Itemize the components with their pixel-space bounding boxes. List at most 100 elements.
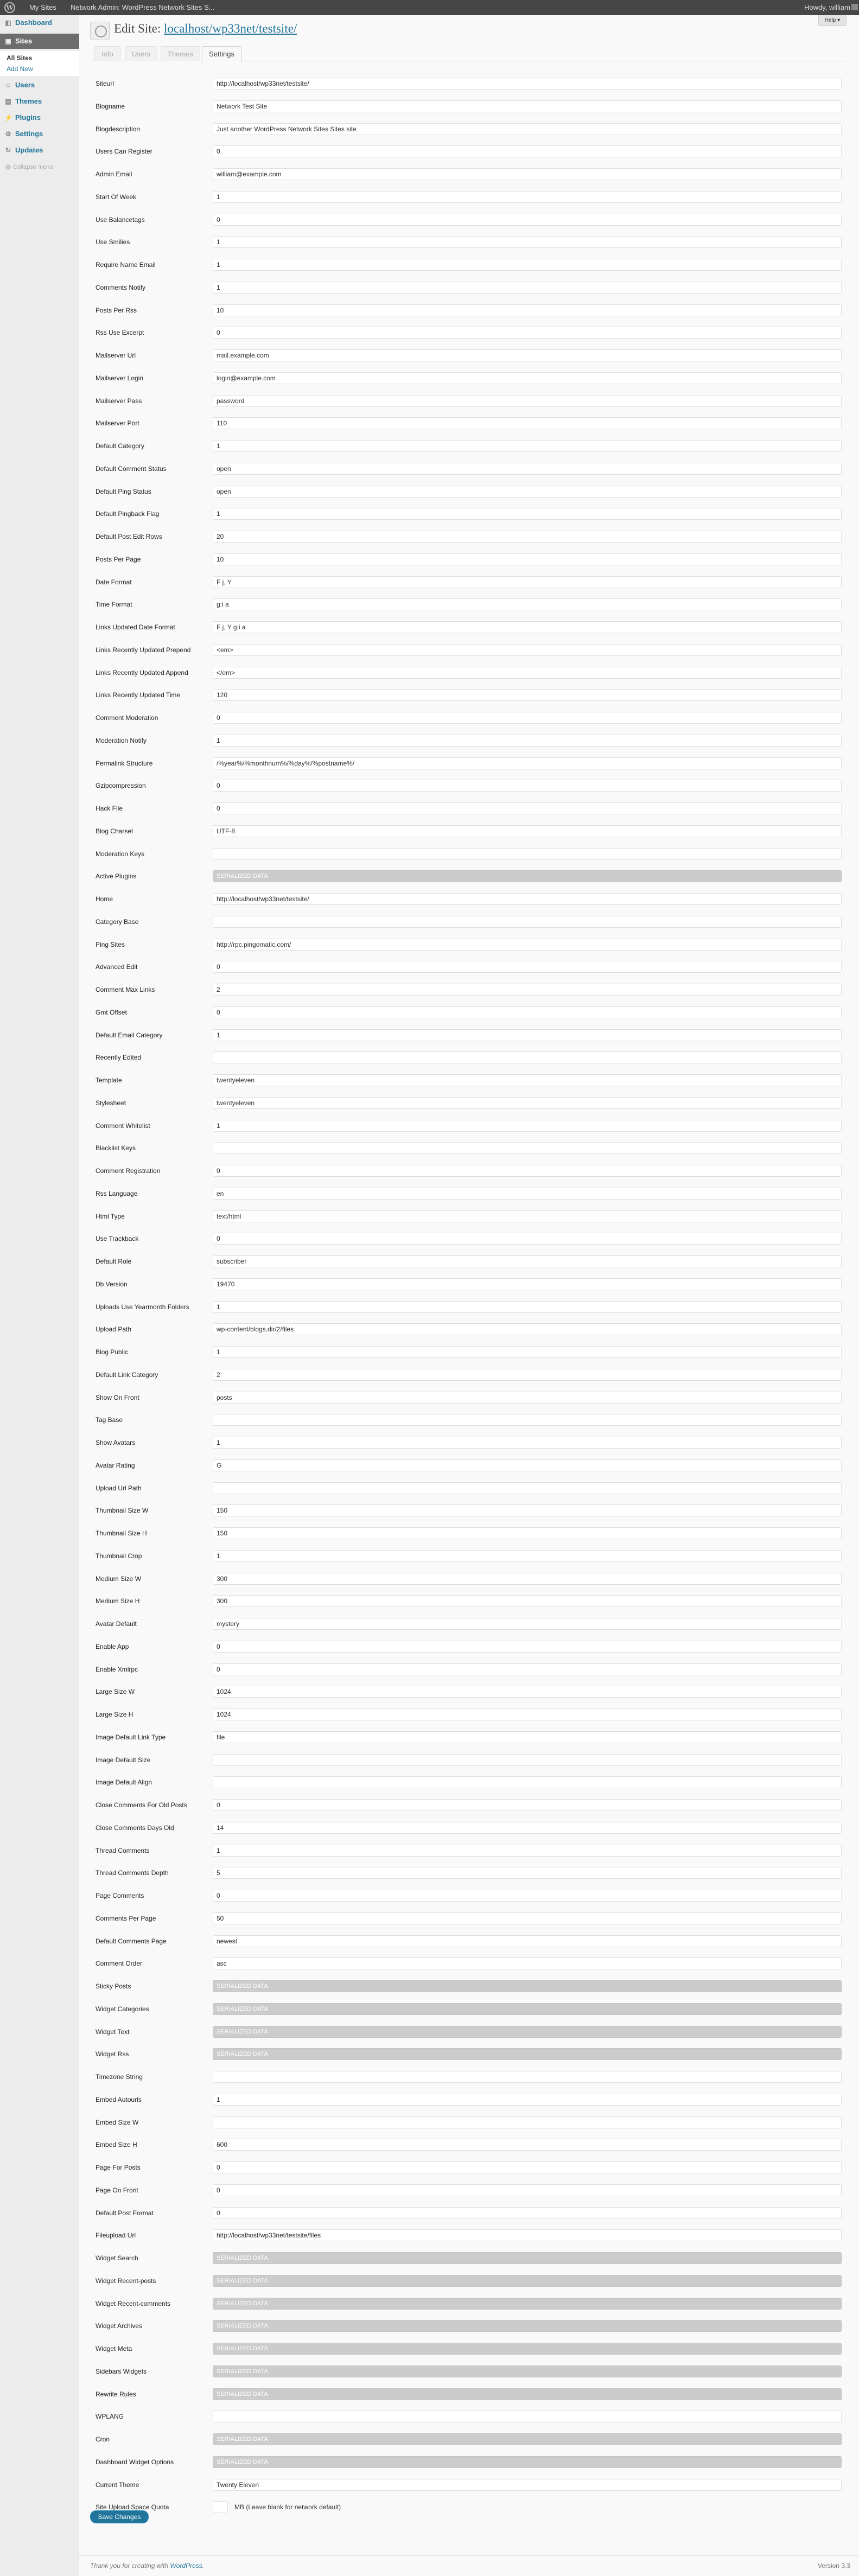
submenu-add-new[interactable]: Add New	[7, 65, 33, 73]
field-input[interactable]	[213, 145, 842, 158]
field-input[interactable]	[213, 2229, 842, 2242]
field-input[interactable]	[213, 1142, 842, 1155]
field-input[interactable]	[213, 462, 842, 475]
field-input[interactable]	[213, 349, 842, 361]
field-input[interactable]	[213, 2184, 842, 2196]
field-input[interactable]	[213, 1278, 842, 1290]
submenu-all-sites[interactable]: All Sites	[7, 54, 32, 62]
field-input[interactable]	[213, 1210, 842, 1222]
field-input[interactable]	[213, 734, 842, 747]
field-input[interactable]	[213, 1074, 842, 1086]
field-input[interactable]	[213, 1935, 842, 1947]
field-input[interactable]	[213, 281, 842, 294]
admin-bar-network-admin[interactable]: Network Admin: WordPress Network Sites S…	[71, 0, 215, 15]
field-input[interactable]	[213, 915, 842, 928]
field-input[interactable]	[213, 2411, 842, 2423]
field-input[interactable]	[213, 825, 842, 837]
field-input[interactable]	[213, 1233, 842, 1245]
field-input[interactable]	[213, 1096, 842, 1109]
sidebar-item-settings[interactable]: ⚙ Settings	[0, 126, 79, 142]
field-input[interactable]	[213, 893, 842, 905]
field-input[interactable]	[213, 802, 842, 814]
field-input[interactable]	[213, 123, 842, 135]
field-input[interactable]	[213, 394, 842, 407]
field-input[interactable]	[213, 327, 842, 339]
field-input[interactable]	[213, 1119, 842, 1132]
field-input[interactable]	[213, 100, 842, 112]
field-input[interactable]	[213, 531, 842, 543]
tab-themes[interactable]: Themes	[161, 46, 200, 61]
field-input[interactable]	[213, 847, 842, 860]
sidebar-item-users[interactable]: ☺ Users	[0, 78, 79, 93]
field-input[interactable]	[213, 1618, 842, 1630]
field-input[interactable]	[213, 213, 842, 226]
field-input[interactable]	[213, 2093, 842, 2106]
field-input[interactable]	[213, 621, 842, 633]
field-input[interactable]	[213, 666, 842, 679]
field-input[interactable]	[213, 1437, 842, 1449]
tab-info[interactable]: Info	[94, 46, 120, 61]
site-url-link[interactable]: localhost/wp33net/testsite/	[164, 22, 297, 35]
field-input[interactable]	[213, 168, 842, 180]
field-input[interactable]	[213, 2139, 842, 2151]
field-input[interactable]	[213, 259, 842, 271]
field-input[interactable]	[213, 553, 842, 565]
field-input[interactable]	[213, 236, 842, 248]
field-input[interactable]	[213, 1165, 842, 1177]
save-changes-button[interactable]: Save Changes	[90, 2510, 149, 2523]
collapse-menu-button[interactable]: Collapse menu	[5, 164, 53, 170]
field-input[interactable]	[213, 417, 842, 430]
field-input[interactable]	[213, 2161, 842, 2173]
field-input[interactable]	[213, 643, 842, 656]
field-input[interactable]	[213, 1754, 842, 1766]
field-input[interactable]	[213, 1187, 842, 1200]
field-input[interactable]	[213, 1029, 842, 1041]
tab-settings[interactable]: Settings	[202, 46, 241, 62]
field-input[interactable]	[213, 1300, 842, 1313]
field-input[interactable]	[213, 1731, 842, 1743]
field-input[interactable]	[213, 78, 842, 90]
field-input[interactable]	[213, 984, 842, 996]
field-input[interactable]	[213, 757, 842, 769]
upload-quota-input[interactable]	[213, 2501, 228, 2514]
field-input[interactable]	[213, 1595, 842, 1608]
field-input[interactable]	[213, 598, 842, 611]
tab-users[interactable]: Users	[125, 46, 157, 61]
field-input[interactable]	[213, 1799, 842, 1811]
field-input[interactable]	[213, 1912, 842, 1924]
field-input[interactable]	[213, 1051, 842, 1064]
field-input[interactable]	[213, 2207, 842, 2219]
field-input[interactable]	[213, 1323, 842, 1336]
field-input[interactable]	[213, 440, 842, 452]
field-input[interactable]	[213, 1482, 842, 1494]
field-input[interactable]	[213, 1708, 842, 1720]
field-input[interactable]	[213, 1527, 842, 1539]
field-input[interactable]	[213, 1414, 842, 1426]
field-input[interactable]	[213, 938, 842, 951]
field-input[interactable]	[213, 961, 842, 973]
field-input[interactable]	[213, 485, 842, 498]
sidebar-item-plugins[interactable]: ⚡ Plugins	[0, 110, 79, 125]
field-input[interactable]	[213, 1776, 842, 1789]
field-input[interactable]	[213, 1663, 842, 1675]
sidebar-item-sites[interactable]: ▣ Sites	[0, 34, 79, 49]
help-tab-button[interactable]: Help ▾	[818, 15, 847, 26]
field-input[interactable]	[213, 1368, 842, 1381]
field-input[interactable]	[213, 1844, 842, 1857]
field-input[interactable]	[213, 2116, 842, 2128]
field-input[interactable]	[213, 2071, 842, 2083]
field-input[interactable]	[213, 508, 842, 520]
field-input[interactable]	[213, 712, 842, 724]
field-input[interactable]	[213, 1686, 842, 1698]
sidebar-item-updates[interactable]: ↻ Updates	[0, 143, 79, 158]
avatar[interactable]	[851, 4, 858, 10]
field-input[interactable]	[213, 2478, 842, 2491]
field-input[interactable]	[213, 1346, 842, 1358]
field-input[interactable]	[213, 1640, 842, 1653]
field-input[interactable]	[213, 1550, 842, 1562]
field-input[interactable]	[213, 1504, 842, 1517]
sidebar-item-dashboard[interactable]: ◧ Dashboard	[0, 15, 79, 30]
field-input[interactable]	[213, 1890, 842, 1902]
field-input[interactable]	[213, 1006, 842, 1018]
field-input[interactable]	[213, 780, 842, 792]
